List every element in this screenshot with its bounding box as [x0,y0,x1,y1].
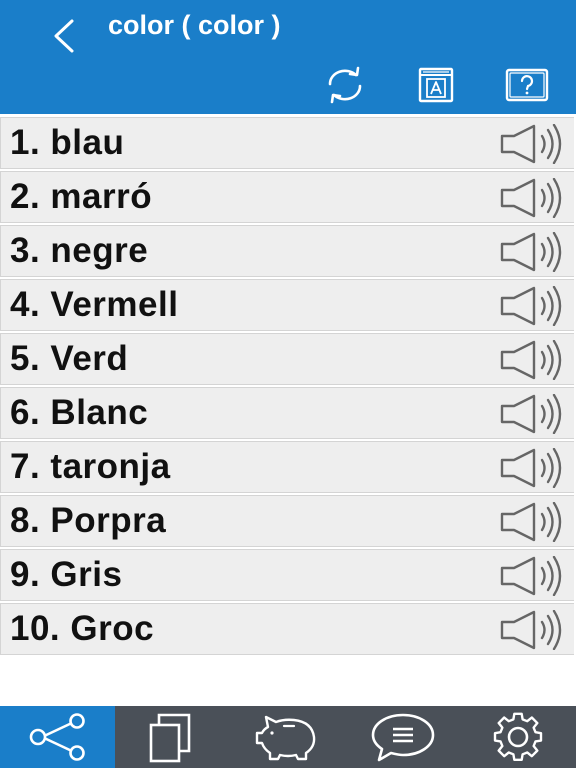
play-audio-button[interactable] [498,178,566,218]
speaker-icon [500,340,562,380]
tab-messages[interactable] [346,706,461,768]
word-label: 6. Blanc [10,393,149,432]
word-label: 5. Verd [10,339,129,378]
help-icon [505,68,549,102]
play-audio-button[interactable] [498,286,566,326]
header-bar: color ( color ) [0,0,576,114]
list-item[interactable]: 7. taronja [0,441,574,493]
list-item[interactable]: 8. Porpra [0,495,574,547]
list-item[interactable]: 2. marró [0,171,574,223]
bottom-tab-bar [0,706,576,768]
page-title: color ( color ) [108,10,281,40]
tab-savings[interactable] [230,706,345,768]
play-audio-button[interactable] [498,610,566,650]
play-audio-button[interactable] [498,394,566,434]
word-label: 2. marró [10,177,153,216]
help-button[interactable] [502,64,552,106]
speaker-icon [500,448,562,488]
word-list: 1. blau 2. marró 3. negre 4. Vermell 5. … [0,117,576,657]
list-item[interactable]: 4. Vermell [0,279,574,331]
speaker-icon [500,394,562,434]
back-chevron-icon [54,19,74,53]
cards-icon [149,713,191,763]
dictionary-icon [418,67,454,103]
list-item[interactable]: 1. blau [0,117,574,169]
word-label: 3. negre [10,231,149,270]
list-item[interactable]: 10. Groc [0,603,574,655]
refresh-icon [328,66,362,104]
word-label: 10. Groc [10,609,155,648]
tab-settings[interactable] [461,706,576,768]
word-label: 1. blau [10,123,125,162]
speaker-icon [500,610,562,650]
tab-share[interactable] [0,706,116,768]
list-item[interactable]: 6. Blanc [0,387,574,439]
list-item[interactable]: 3. negre [0,225,574,277]
word-label: 9. Gris [10,555,123,594]
word-label: 4. Vermell [10,285,179,324]
share-icon [29,713,85,761]
speaker-icon [500,556,562,596]
play-audio-button[interactable] [498,448,566,488]
back-button[interactable] [44,14,84,58]
word-label: 7. taronja [10,447,171,486]
speaker-icon [500,502,562,542]
play-audio-button[interactable] [498,232,566,272]
speaker-icon [500,232,562,272]
piggy-bank-icon [255,715,316,761]
play-audio-button[interactable] [498,556,566,596]
speaker-icon [500,178,562,218]
dictionary-button[interactable] [411,64,461,106]
speaker-icon [500,286,562,326]
word-label: 8. Porpra [10,501,167,540]
play-audio-button[interactable] [498,340,566,380]
speaker-icon [500,124,562,164]
refresh-button[interactable] [320,64,370,106]
play-audio-button[interactable] [498,502,566,542]
chat-bubble-icon [371,713,435,762]
settings-gear-icon [494,712,543,762]
list-item[interactable]: 5. Verd [0,333,574,385]
list-item[interactable]: 9. Gris [0,549,574,601]
play-audio-button[interactable] [498,124,566,164]
tab-cards[interactable] [115,706,230,768]
